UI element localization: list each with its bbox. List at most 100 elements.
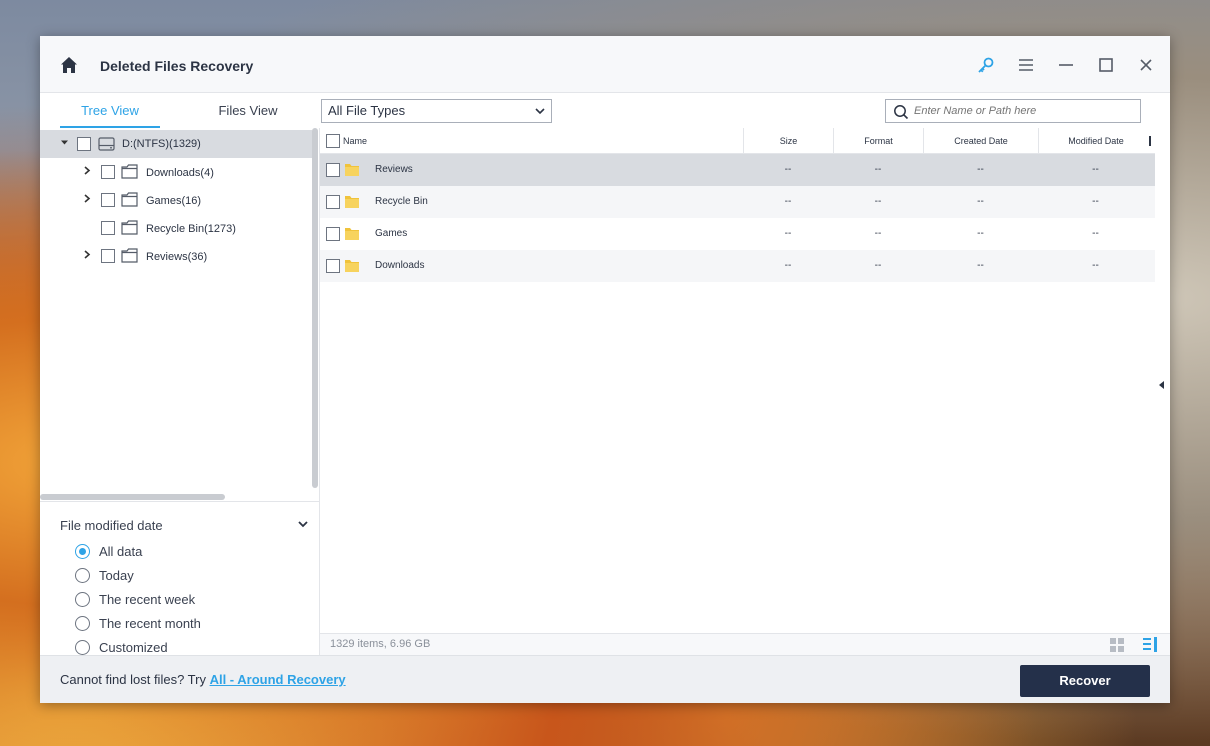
folder-outline-icon: [121, 164, 138, 179]
folder-outline-icon: [121, 248, 138, 263]
folder-outline-icon: [121, 220, 138, 235]
title-bar: Deleted Files Recovery: [40, 36, 1170, 93]
status-summary: 1329 items, 6.96 GB: [330, 638, 431, 650]
tree-checkbox[interactable]: [101, 221, 115, 235]
close-icon[interactable]: [1136, 55, 1156, 75]
tree-root-drive[interactable]: D:(NTFS)(1329): [40, 130, 312, 158]
tree-item-recycle-bin[interactable]: Recycle Bin(1273): [40, 214, 312, 242]
radio-label: The recent month: [99, 616, 201, 631]
search-input[interactable]: [914, 103, 1134, 119]
table-header: Name Size Format Created Date Modified D…: [320, 128, 1155, 154]
cell-size: --: [784, 164, 792, 175]
row-checkbox[interactable]: [326, 259, 340, 273]
radio-button[interactable]: [75, 640, 90, 655]
cell-created: --: [977, 164, 984, 175]
cell-modified: --: [1092, 260, 1099, 271]
folder-icon: [345, 164, 359, 176]
chevron-down-icon: [535, 108, 545, 115]
cell-modified: --: [1092, 196, 1099, 207]
date-filter-panel: File modified date All data Today The re…: [40, 501, 319, 655]
cell-name: Reviews: [375, 164, 413, 175]
cell-name: Downloads: [375, 260, 425, 271]
folder-icon: [345, 260, 359, 272]
cell-name: Recycle Bin: [375, 196, 428, 207]
radio-button[interactable]: [75, 544, 90, 559]
drive-icon: [98, 137, 115, 151]
tree-item-games[interactable]: Games(16): [40, 186, 312, 214]
tree-label: Games(16): [146, 195, 202, 207]
file-list-pane: Name Size Format Created Date Modified D…: [320, 128, 1170, 655]
cell-format: --: [874, 196, 882, 207]
table-row[interactable]: Games -- -- -- --: [320, 218, 1155, 250]
cell-created: --: [977, 260, 984, 271]
view-tabs: Tree View Files View: [40, 93, 320, 128]
recovery-window: Deleted Files Recovery Tree View Files V…: [40, 36, 1170, 703]
tree-item-reviews[interactable]: Reviews(36): [40, 242, 312, 270]
app-title: Deleted Files Recovery: [100, 58, 254, 74]
tree-horizontal-scrollbar[interactable]: [40, 494, 225, 500]
radio-label: All data: [99, 544, 143, 559]
footer-prompt: Cannot find lost files? Try All - Around…: [60, 672, 346, 687]
home-icon[interactable]: [60, 56, 78, 74]
cell-created: --: [977, 196, 984, 207]
radio-button[interactable]: [75, 592, 90, 607]
tree-label: D:(NTFS)(1329): [122, 138, 201, 150]
cell-size: --: [784, 196, 792, 207]
row-checkbox[interactable]: [326, 195, 340, 209]
column-header-size[interactable]: Size: [743, 128, 833, 154]
tree-label: Recycle Bin(1273): [146, 223, 236, 235]
tree-item-downloads[interactable]: Downloads(4): [40, 158, 312, 186]
cell-format: --: [874, 164, 882, 175]
cell-modified: --: [1092, 164, 1099, 175]
row-checkbox[interactable]: [326, 163, 340, 177]
tree-checkbox[interactable]: [101, 165, 115, 179]
cell-name: Games: [375, 228, 408, 239]
tree-pane: D:(NTFS)(1329) Downloads(4) Games(16) Re…: [40, 128, 320, 655]
radio-label: Customized: [99, 640, 168, 655]
caret-right-icon[interactable]: [83, 194, 91, 205]
tab-tree-view[interactable]: Tree View: [60, 93, 160, 128]
list-view-icon[interactable]: [1142, 637, 1158, 652]
table-row[interactable]: Downloads -- -- -- --: [320, 250, 1155, 282]
key-icon[interactable]: [976, 55, 996, 75]
tree-label: Downloads(4): [146, 167, 214, 179]
caret-right-icon[interactable]: [83, 250, 91, 261]
radio-button[interactable]: [75, 568, 90, 583]
table-row[interactable]: Reviews -- -- -- --: [320, 154, 1155, 186]
radio-label: Today: [99, 568, 134, 583]
column-header-name[interactable]: Name: [320, 128, 743, 154]
recover-button[interactable]: Recover: [1020, 665, 1150, 697]
tree-checkbox[interactable]: [101, 193, 115, 207]
caret-right-icon[interactable]: [83, 166, 91, 177]
caret-expanded-icon[interactable]: [60, 138, 69, 149]
search-box[interactable]: [885, 99, 1141, 123]
column-resize-handle[interactable]: [1149, 136, 1151, 146]
file-type-select[interactable]: All File Types: [321, 99, 552, 123]
chevron-down-icon[interactable]: [298, 520, 308, 528]
column-header-modified[interactable]: Modified Date: [1038, 128, 1153, 154]
cell-format: --: [874, 228, 882, 239]
column-header-created[interactable]: Created Date: [923, 128, 1038, 154]
column-header-format[interactable]: Format: [833, 128, 923, 154]
maximize-icon[interactable]: [1096, 55, 1116, 75]
footer-bar: Cannot find lost files? Try All - Around…: [40, 655, 1170, 703]
all-around-recovery-link[interactable]: All - Around Recovery: [210, 672, 346, 687]
table-row[interactable]: Recycle Bin -- -- -- --: [320, 186, 1155, 218]
folder-outline-icon: [121, 192, 138, 207]
cell-size: --: [784, 260, 792, 271]
collapse-arrow-icon[interactable]: [1159, 381, 1164, 389]
grid-view-icon[interactable]: [1110, 638, 1124, 652]
radio-button[interactable]: [75, 616, 90, 631]
tree-checkbox[interactable]: [77, 137, 91, 151]
minimize-icon[interactable]: [1056, 55, 1076, 75]
cell-format: --: [874, 260, 882, 271]
row-checkbox[interactable]: [326, 227, 340, 241]
file-type-select-value: All File Types: [328, 103, 406, 118]
menu-icon[interactable]: [1016, 55, 1036, 75]
cell-size: --: [784, 228, 792, 239]
tab-files-view[interactable]: Files View: [198, 93, 298, 128]
footer-prompt-text: Cannot find lost files? Try: [60, 672, 210, 687]
cell-created: --: [977, 228, 984, 239]
tree-checkbox[interactable]: [101, 249, 115, 263]
tree-vertical-scrollbar[interactable]: [312, 128, 318, 488]
